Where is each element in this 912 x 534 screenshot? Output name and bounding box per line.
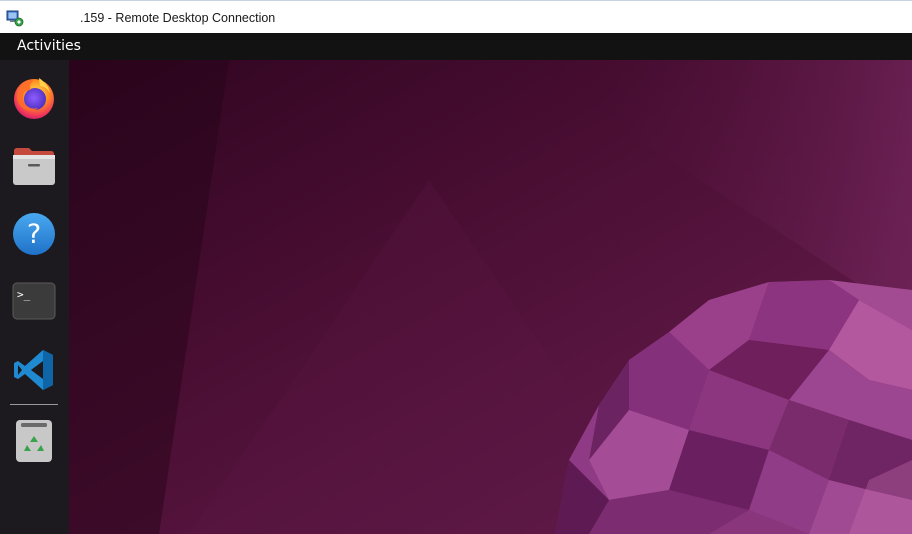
window-titlebar[interactable]: .159 - Remote Desktop Connection	[0, 0, 912, 33]
redacted-host	[25, 10, 80, 26]
dock-item-terminal[interactable]: >_	[10, 277, 58, 325]
terminal-icon: >_	[12, 282, 56, 320]
dock: ? >_	[0, 60, 69, 534]
dock-item-vscode[interactable]	[10, 346, 58, 394]
dock-item-files[interactable]	[10, 142, 58, 190]
firefox-icon	[14, 78, 54, 119]
help-icon: ?	[13, 213, 55, 255]
files-folder-icon	[13, 148, 55, 185]
desktop-wallpaper[interactable]	[69, 60, 912, 534]
remote-desktop-icon	[6, 10, 24, 27]
trash-icon	[16, 420, 52, 462]
vscode-icon	[14, 350, 53, 390]
dock-item-trash[interactable]	[10, 417, 58, 465]
wallpaper-image	[69, 60, 912, 534]
window-title: .159 - Remote Desktop Connection	[80, 11, 276, 25]
svg-text:?: ?	[27, 219, 41, 250]
dock-item-help[interactable]: ?	[10, 210, 58, 258]
dock-item-firefox[interactable]	[10, 73, 58, 121]
gnome-top-bar: Activities	[0, 33, 912, 60]
dock-separator	[10, 404, 58, 405]
svg-text:>_: >_	[17, 288, 31, 301]
activities-button[interactable]: Activities	[17, 38, 81, 55]
